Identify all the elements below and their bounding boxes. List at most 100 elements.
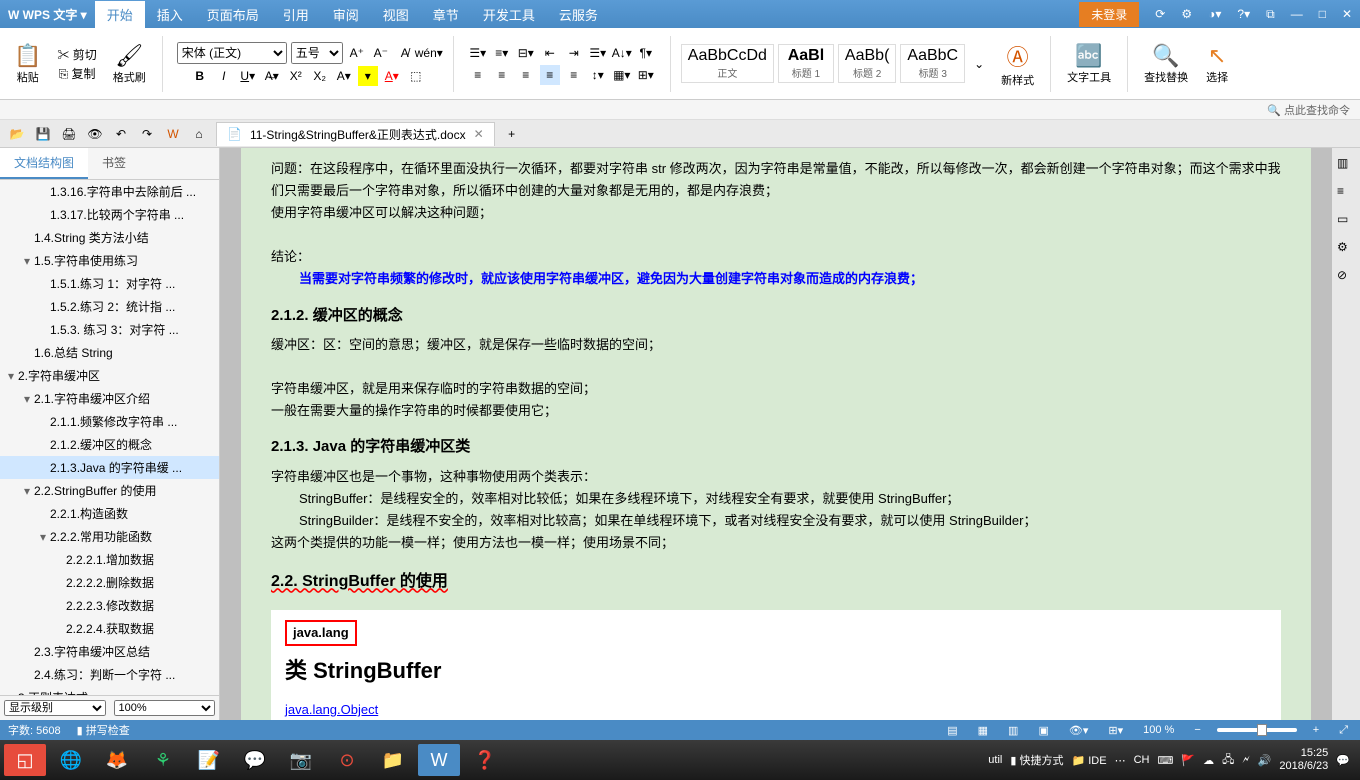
- outline-item[interactable]: 2.1.2.缓冲区的概念: [0, 433, 219, 456]
- zoom-slider[interactable]: [1217, 728, 1297, 732]
- outline-item[interactable]: ▾3.正则表达式: [0, 686, 219, 695]
- close-button[interactable]: ✕: [1334, 7, 1360, 21]
- outline-item[interactable]: ▾2.字符串缓冲区: [0, 364, 219, 387]
- view-web[interactable]: ▦: [974, 724, 992, 737]
- tab-review[interactable]: 审阅: [321, 1, 371, 28]
- document-tab[interactable]: 📄 11-String&StringBuffer&正则表达式.docx ✕: [216, 122, 495, 146]
- outline-item[interactable]: 1.4.String 类方法小结: [0, 226, 219, 249]
- login-button[interactable]: 未登录: [1079, 2, 1139, 27]
- rail-toc-icon[interactable]: ≡: [1337, 184, 1355, 202]
- camera-icon[interactable]: 📷: [280, 744, 322, 776]
- tray-vol-icon[interactable]: 🔊: [1258, 754, 1272, 767]
- preview-icon[interactable]: 👁: [86, 125, 104, 143]
- copy-button[interactable]: ⎘ 复制: [59, 65, 96, 82]
- explorer-icon[interactable]: 📁: [372, 744, 414, 776]
- firefox-icon[interactable]: 🦊: [96, 744, 138, 776]
- sync-icon[interactable]: ⟳: [1147, 7, 1173, 21]
- collapse-ribbon-icon[interactable]: ⧉: [1258, 7, 1283, 22]
- tray-battery-icon[interactable]: 🗲: [1242, 754, 1249, 767]
- word-count[interactable]: 字数: 5608: [8, 722, 61, 738]
- align-justify[interactable]: ≡: [540, 65, 560, 85]
- rail-props-icon[interactable]: ⚙: [1337, 240, 1355, 258]
- redo-icon[interactable]: ↷: [138, 125, 156, 143]
- open-icon[interactable]: 📂: [8, 125, 26, 143]
- styles-more[interactable]: ⌄: [969, 54, 989, 74]
- font-select[interactable]: 宋体 (正文): [177, 42, 287, 64]
- outline-tree[interactable]: 1.3.16.字符串中去除前后 ...1.3.17.比较两个字符串 ...1.4…: [0, 180, 219, 695]
- align-center[interactable]: ≡: [492, 65, 512, 85]
- multilevel[interactable]: ⊟▾: [516, 43, 536, 63]
- superscript[interactable]: X²: [286, 66, 306, 86]
- subscript[interactable]: X₂: [310, 66, 330, 86]
- style-h1[interactable]: AaBl标题 1: [778, 44, 834, 83]
- skin-icon[interactable]: ◑▾: [1200, 7, 1229, 21]
- bullets[interactable]: ☰▾: [468, 43, 488, 63]
- undo-icon[interactable]: ↶: [112, 125, 130, 143]
- view-read[interactable]: ▣: [1034, 724, 1052, 737]
- style-h3[interactable]: AaBbC标题 3: [900, 44, 965, 83]
- chat-icon[interactable]: 💬: [234, 744, 276, 776]
- font-color[interactable]: A▾: [382, 66, 402, 86]
- align-distribute[interactable]: ≡: [564, 65, 584, 85]
- outline-zoom-select[interactable]: 100%: [114, 700, 216, 716]
- cut-button[interactable]: ✂ 剪切: [57, 46, 96, 63]
- view-print[interactable]: ▤: [943, 724, 961, 737]
- home-icon[interactable]: ⌂: [190, 125, 208, 143]
- tray-ide[interactable]: 📁 IDE: [1071, 754, 1106, 767]
- outline-item[interactable]: 1.3.17.比较两个字符串 ...: [0, 203, 219, 226]
- fit-page[interactable]: ⤢: [1335, 724, 1352, 737]
- outline-item[interactable]: 1.5.2.练习 2：统计指 ...: [0, 295, 219, 318]
- zoom-in[interactable]: +: [1309, 724, 1323, 736]
- tray-shortcut[interactable]: ▮ 快捷方式: [1010, 752, 1063, 768]
- outline-level-select[interactable]: 显示级别: [4, 700, 106, 716]
- save-icon[interactable]: 💾: [34, 125, 52, 143]
- shrink-font[interactable]: A⁻: [371, 43, 391, 63]
- eye-protect[interactable]: 👁▾: [1065, 724, 1093, 737]
- paste-button[interactable]: 📋粘贴: [8, 41, 47, 87]
- close-tab-icon[interactable]: ✕: [474, 127, 484, 141]
- indent-right[interactable]: ⇥: [564, 43, 584, 63]
- tab-section[interactable]: 章节: [421, 1, 471, 28]
- tray-util[interactable]: util: [988, 754, 1002, 766]
- tab-start[interactable]: 开始: [95, 1, 145, 28]
- start-button[interactable]: ◱: [4, 744, 46, 776]
- format-painter[interactable]: 🖌格式刷: [107, 41, 152, 87]
- show-marks[interactable]: ¶▾: [636, 43, 656, 63]
- sort[interactable]: A↓▾: [612, 43, 632, 63]
- tab-stops[interactable]: ☰▾: [588, 43, 608, 63]
- chrome-icon[interactable]: 🌐: [50, 744, 92, 776]
- new-tab-icon[interactable]: +: [503, 125, 521, 143]
- ruler[interactable]: ⊞▾: [1104, 724, 1127, 737]
- outline-item[interactable]: 1.3.16.字符串中去除前后 ...: [0, 180, 219, 203]
- outline-item[interactable]: ▾2.2.2.常用功能函数: [0, 525, 219, 548]
- outline-item[interactable]: 2.1.3.Java 的字符串缓 ...: [0, 456, 219, 479]
- tray-cloud-icon[interactable]: ☁: [1203, 754, 1214, 767]
- outline-item[interactable]: 2.2.2.1.增加数据: [0, 548, 219, 571]
- find-replace[interactable]: 🔍查找替换: [1138, 41, 1194, 87]
- help-icon[interactable]: ?▾: [1229, 7, 1258, 21]
- outline-item[interactable]: 2.2.2.4.获取数据: [0, 617, 219, 640]
- select-button[interactable]: ↖选择: [1200, 41, 1234, 87]
- align-left[interactable]: ≡: [468, 65, 488, 85]
- tray-kb-icon[interactable]: ⌨: [1157, 754, 1173, 767]
- grow-font[interactable]: A⁺: [347, 43, 367, 63]
- outline-item[interactable]: ▾2.1.字符串缓冲区介绍: [0, 387, 219, 410]
- outline-item[interactable]: ▾2.2.StringBuffer 的使用: [0, 479, 219, 502]
- strike[interactable]: A̶▾: [262, 66, 282, 86]
- line-spacing[interactable]: ↕▾: [588, 65, 608, 85]
- settings-icon[interactable]: ⚙: [1173, 7, 1200, 21]
- outline-item[interactable]: 2.2.1.构造函数: [0, 502, 219, 525]
- highlight[interactable]: ▾: [358, 66, 378, 86]
- outline-item[interactable]: 2.4.练习：判断一个字符 ...: [0, 663, 219, 686]
- view-outline[interactable]: ▥: [1004, 724, 1022, 737]
- spring-icon[interactable]: ⚘: [142, 744, 184, 776]
- maximize-button[interactable]: □: [1311, 7, 1334, 21]
- clear-format[interactable]: A̸: [395, 43, 415, 63]
- code-link[interactable]: java.lang.Object: [285, 702, 378, 717]
- print-icon[interactable]: 🖨: [60, 125, 78, 143]
- align-right[interactable]: ≡: [516, 65, 536, 85]
- numbering[interactable]: ≡▾: [492, 43, 512, 63]
- command-search[interactable]: 🔍 点此查找命令: [0, 100, 1360, 120]
- tab-view[interactable]: 视图: [371, 1, 421, 28]
- style-h2[interactable]: AaBb(标题 2: [838, 44, 896, 83]
